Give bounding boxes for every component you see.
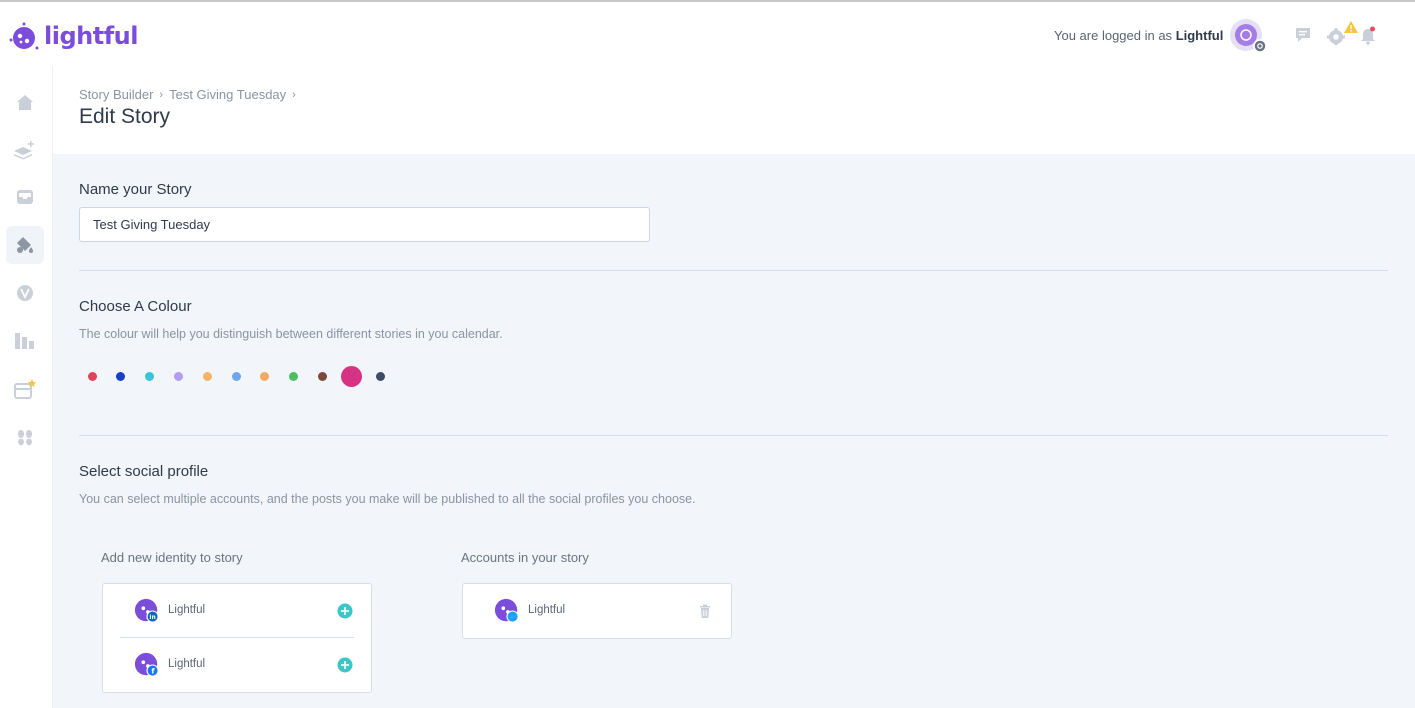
divider [79, 435, 1388, 436]
bar-chart-icon [15, 333, 34, 349]
svg-text:in: in [149, 614, 155, 621]
trash-icon[interactable] [697, 603, 713, 619]
leaf-icon [17, 285, 33, 301]
twitter-icon [506, 610, 519, 623]
colour-section-title: Choose A Colour [79, 298, 192, 315]
list-item: f Lightful [103, 638, 371, 692]
sidebar-item-community[interactable] [6, 418, 44, 456]
calendar-star-icon [14, 379, 36, 399]
breadcrumb: Story Builder › Test Giving Tuesday › [79, 87, 302, 102]
colour-swatch[interactable] [231, 371, 241, 381]
list-item: in Lightful [103, 584, 371, 638]
avatar: f [134, 652, 159, 677]
edit-story-form: Name your Story Choose A Colour The colo… [53, 154, 1415, 708]
sidebar-item-home[interactable] [6, 84, 44, 122]
colour-swatch[interactable] [173, 371, 183, 381]
sidebar-item-paint[interactable] [6, 226, 44, 264]
sidebar-item-inbox[interactable] [6, 178, 44, 216]
sidebar-item-analytics[interactable] [6, 322, 44, 360]
available-identities-list: in Lightful f Lightful [102, 583, 372, 693]
colour-swatch[interactable] [116, 371, 126, 381]
logo-text: lightful [44, 22, 138, 50]
accounts-in-story-label: Accounts in your story [461, 550, 589, 565]
sidebar [0, 66, 53, 708]
colour-swatch-selected[interactable] [340, 365, 362, 387]
user-avatar[interactable] [1229, 18, 1267, 54]
colour-section-description: The colour will help you distinguish bet… [79, 327, 503, 341]
avatar [494, 598, 519, 623]
breadcrumb-item-story-builder[interactable]: Story Builder [79, 87, 153, 102]
sidebar-item-story-builder[interactable] [6, 132, 44, 170]
logged-in-status: You are logged in as Lightful [1054, 28, 1223, 43]
paint-bucket-icon [17, 237, 33, 253]
colour-swatch[interactable] [202, 371, 212, 381]
add-identity-label: Add new identity to story [101, 550, 243, 565]
colour-swatch[interactable] [317, 371, 327, 381]
colour-swatch[interactable] [87, 371, 97, 381]
lightful-logo-icon [9, 22, 39, 50]
logged-in-user: Lightful [1175, 28, 1224, 43]
add-circle-icon[interactable] [337, 657, 353, 673]
story-accounts-list: Lightful [462, 583, 732, 639]
chat-icon[interactable] [1294, 26, 1314, 46]
sidebar-item-calendar[interactable] [6, 370, 44, 408]
top-bar: lightful You are logged in as Lightful [0, 0, 1415, 66]
inbox-icon [17, 190, 33, 204]
chevron-right-icon: › [159, 88, 164, 101]
social-section-description: You can select multiple accounts, and th… [79, 492, 696, 506]
sidebar-item-impact[interactable] [6, 274, 44, 312]
colour-swatch[interactable] [375, 371, 385, 381]
warning-icon [1343, 20, 1359, 34]
divider [79, 270, 1388, 271]
breadcrumb-item-story[interactable]: Test Giving Tuesday [169, 87, 286, 102]
bell-icon[interactable] [1358, 26, 1378, 46]
account-name: Lightful [528, 604, 566, 616]
account-name: Lightful [168, 658, 206, 670]
logged-in-prefix: You are logged in as [1054, 28, 1173, 43]
story-name-input[interactable] [79, 207, 650, 242]
layers-add-icon [14, 141, 34, 160]
add-circle-icon[interactable] [337, 603, 353, 619]
account-name: Lightful [168, 604, 206, 616]
social-section-title: Select social profile [79, 463, 209, 480]
page-title: Edit Story [79, 105, 171, 128]
colour-swatch[interactable] [260, 371, 270, 381]
page-header: Story Builder › Test Giving Tuesday › Ed… [53, 66, 1415, 154]
colour-swatch[interactable] [289, 371, 299, 381]
name-section-title: Name your Story [79, 181, 192, 198]
footprints-icon [18, 430, 32, 446]
avatar: in [134, 598, 159, 623]
home-icon [17, 95, 33, 110]
lightful-logo[interactable]: lightful [8, 18, 138, 54]
colour-swatch[interactable] [145, 371, 155, 381]
chevron-right-icon: › [292, 88, 296, 101]
list-item: Lightful [463, 584, 731, 638]
